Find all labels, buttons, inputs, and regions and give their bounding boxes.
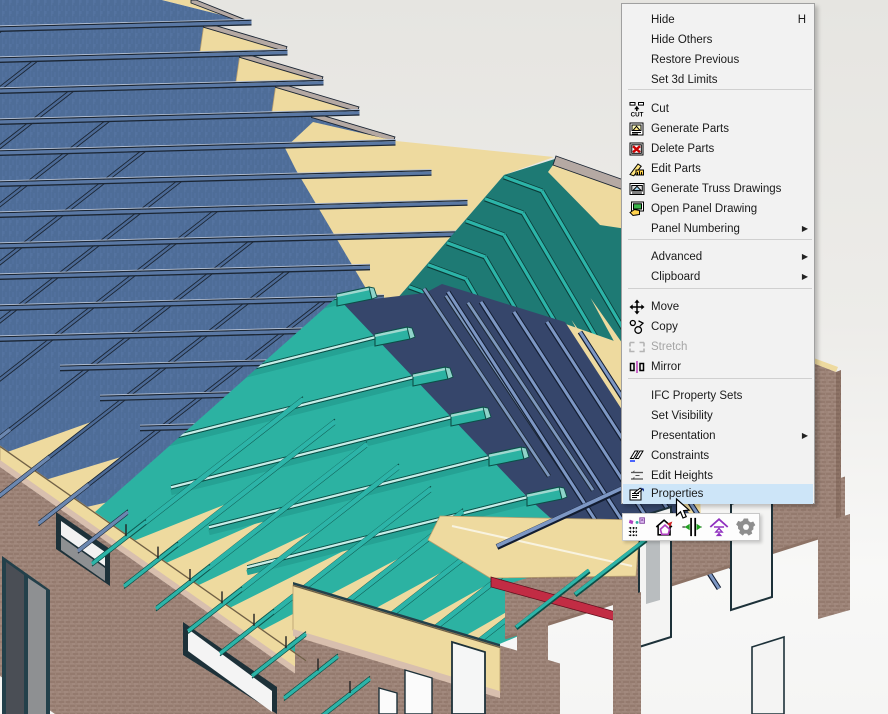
svg-text:CUT: CUT — [631, 112, 644, 118]
